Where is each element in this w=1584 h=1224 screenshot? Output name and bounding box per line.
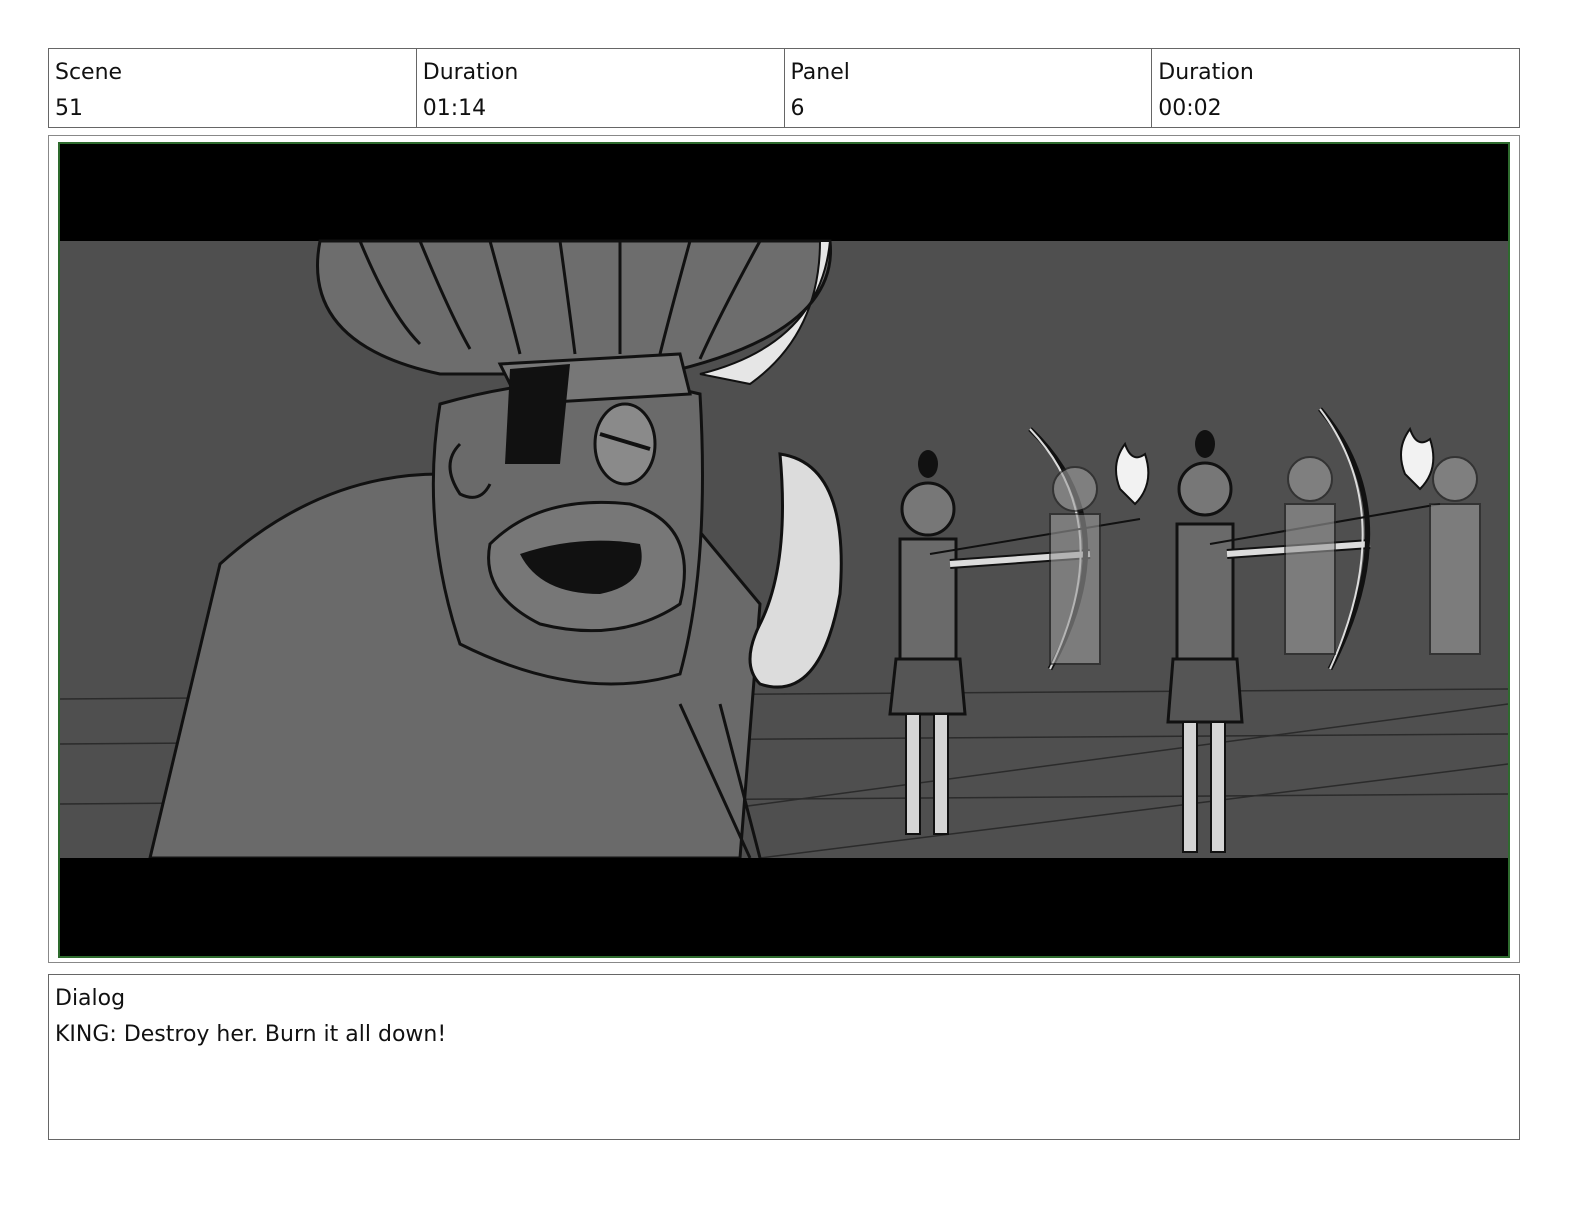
storyboard-panel-image	[58, 142, 1510, 958]
scene-duration-label: Duration	[422, 60, 519, 85]
panel-duration-label: Duration	[1158, 60, 1254, 85]
panel-info-header: Scene 51 Duration 01:14 Panel 6 Duration…	[48, 48, 1520, 128]
scene-label: Scene	[55, 60, 123, 85]
dialog-text: KING: Destroy her. Burn it all down!	[55, 1022, 447, 1047]
scene-value: 51	[55, 96, 83, 121]
panel-cell: Panel 6	[785, 49, 1153, 127]
letterbox-bottom	[60, 858, 1508, 956]
dialog-box: Dialog KING: Destroy her. Burn it all do…	[48, 974, 1520, 1140]
scene-duration-cell: Duration 01:14	[417, 49, 785, 127]
panel-duration-value: 00:02	[1158, 96, 1222, 121]
panel-duration-cell: Duration 00:02	[1152, 49, 1519, 127]
dialog-label: Dialog	[55, 986, 126, 1011]
scene-cell: Scene 51	[49, 49, 417, 127]
panel-label: Panel	[790, 60, 850, 85]
panel-value: 6	[790, 96, 805, 121]
storyboard-sketch	[60, 144, 1508, 956]
scene-duration-value: 01:14	[422, 96, 487, 121]
